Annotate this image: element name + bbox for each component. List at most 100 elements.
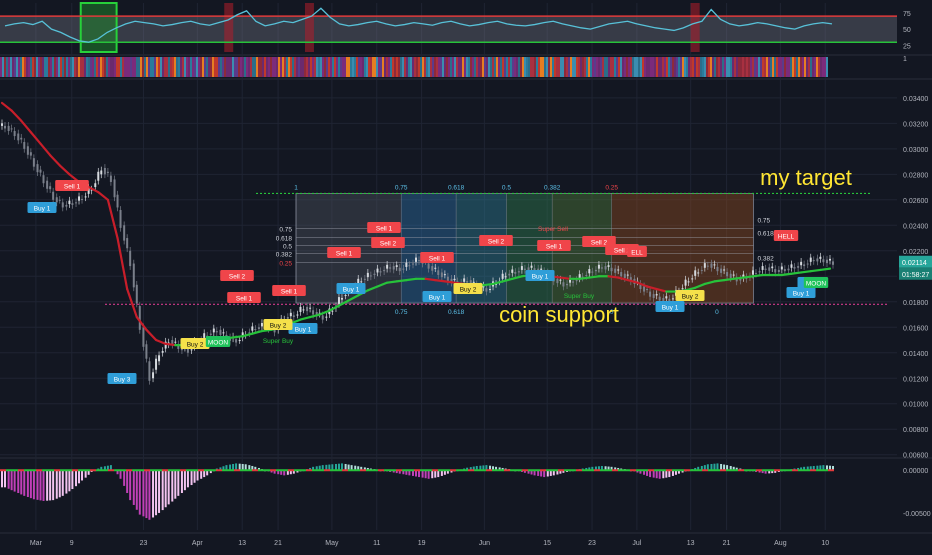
candle-body bbox=[148, 361, 151, 381]
signal-strip-cell bbox=[692, 57, 694, 77]
macd-bar bbox=[58, 470, 61, 498]
macd-bar bbox=[177, 470, 180, 496]
signal-strip-cell bbox=[416, 57, 418, 77]
signal-strip-cell bbox=[4, 57, 6, 77]
signal-strip-cell bbox=[820, 57, 822, 77]
candle-body bbox=[803, 264, 806, 267]
candle-body bbox=[103, 167, 106, 175]
candle-body bbox=[684, 279, 687, 286]
price-tick-label: 0.02200 bbox=[903, 249, 928, 256]
fib-level-label-left: 0.25 bbox=[279, 260, 292, 267]
candle-body bbox=[13, 130, 16, 137]
x-axis-label: 10 bbox=[821, 540, 829, 547]
fib-level-label-left: 0.382 bbox=[276, 251, 293, 258]
signal-strip-cell bbox=[40, 57, 42, 77]
signal-strip-cell bbox=[132, 57, 134, 77]
signal-strip-cell bbox=[358, 57, 360, 77]
signal-strip-cell bbox=[58, 57, 60, 77]
x-axis-label: 23 bbox=[588, 540, 596, 547]
signal-strip-cell bbox=[758, 57, 760, 77]
candle-body bbox=[340, 297, 343, 300]
signal-strip-cell bbox=[120, 57, 122, 77]
signal-strip-cell bbox=[402, 57, 404, 77]
signal-strip-cell bbox=[332, 57, 334, 77]
candle-body bbox=[780, 266, 783, 270]
signal-buy2-label: Buy 2 bbox=[270, 323, 287, 330]
signal-strip-cell bbox=[192, 57, 194, 77]
signal-strip-cell bbox=[42, 57, 44, 77]
signal-strip-cell bbox=[16, 57, 18, 77]
price-tick-label: 0.02400 bbox=[903, 223, 928, 230]
signal-strip-cell bbox=[826, 57, 828, 77]
signal-strip-cell bbox=[478, 57, 480, 77]
signal-strip-cell bbox=[184, 57, 186, 77]
signal-strip-cell bbox=[474, 57, 476, 77]
signal-strip-cell bbox=[216, 57, 218, 77]
price-tick-label: 0.01600 bbox=[903, 325, 928, 332]
signal-strip-cell bbox=[322, 57, 324, 77]
signal-strip-cell bbox=[458, 57, 460, 77]
signal-strip-cell bbox=[228, 57, 230, 77]
signal-strip-cell bbox=[408, 57, 410, 77]
signal-strip-cell bbox=[552, 57, 554, 77]
signal-strip-cell bbox=[182, 57, 184, 77]
candle-body bbox=[809, 257, 812, 262]
macd-bar bbox=[649, 470, 652, 478]
signal-strip-cell bbox=[818, 57, 820, 77]
signal-strip-cell bbox=[792, 57, 794, 77]
candle-body bbox=[703, 263, 706, 268]
signal-strip-cell bbox=[232, 57, 234, 77]
signal-strip-cell bbox=[320, 57, 322, 77]
signal-strip-cell bbox=[74, 57, 76, 77]
fib-top-label: 0.5 bbox=[502, 184, 511, 191]
signal-strip-cell bbox=[234, 57, 236, 77]
signal-strip-cell bbox=[580, 57, 582, 77]
macd-bar bbox=[180, 470, 183, 494]
signal-strip-cell bbox=[476, 57, 478, 77]
fib-bottom-label: 0.75 bbox=[395, 309, 408, 316]
signal-strip-cell bbox=[776, 57, 778, 77]
signal-strip-cell bbox=[680, 57, 682, 77]
candle-body bbox=[729, 273, 732, 278]
candle-body bbox=[504, 276, 507, 278]
candle-body bbox=[363, 278, 366, 280]
signal-strip-cell bbox=[620, 57, 622, 77]
signal-strip-cell bbox=[486, 57, 488, 77]
candle-body bbox=[238, 340, 241, 342]
ma-segment bbox=[809, 268, 822, 273]
signal-strip-cell bbox=[68, 57, 70, 77]
signal-strip-cell bbox=[756, 57, 758, 77]
signal-strip-cell bbox=[452, 57, 454, 77]
candle-body bbox=[427, 263, 430, 269]
signal-strip-cell bbox=[790, 57, 792, 77]
macd-bar bbox=[655, 470, 658, 479]
candle-body bbox=[152, 372, 155, 379]
signal-strip-cell bbox=[522, 57, 524, 77]
candle-body bbox=[694, 270, 697, 276]
candle-body bbox=[4, 125, 6, 129]
candle-body bbox=[23, 142, 26, 149]
candle-body bbox=[832, 261, 834, 265]
candle-body bbox=[325, 316, 328, 318]
candle-body bbox=[607, 265, 610, 267]
candle-body bbox=[65, 204, 68, 207]
signal-strip-cell bbox=[170, 57, 172, 77]
signal-strip-cell bbox=[774, 57, 776, 77]
candle-body bbox=[754, 272, 757, 274]
signal-strip-cell bbox=[26, 57, 28, 77]
candle-body bbox=[405, 262, 408, 267]
candle-body bbox=[366, 272, 369, 278]
signal-strip-cell bbox=[464, 57, 466, 77]
candle-body bbox=[158, 355, 161, 362]
signal-strip-cell bbox=[110, 57, 112, 77]
candle-body bbox=[530, 265, 533, 268]
signal-strip-cell bbox=[432, 57, 434, 77]
macd-bar bbox=[186, 470, 189, 488]
signal-strip-cell bbox=[284, 57, 286, 77]
signal-strip-cell bbox=[558, 57, 560, 77]
fib-zone bbox=[401, 193, 457, 304]
signal-strip-cell bbox=[176, 57, 178, 77]
candle-body bbox=[572, 281, 575, 283]
macd-bar bbox=[49, 470, 52, 501]
candle-body bbox=[806, 263, 809, 265]
